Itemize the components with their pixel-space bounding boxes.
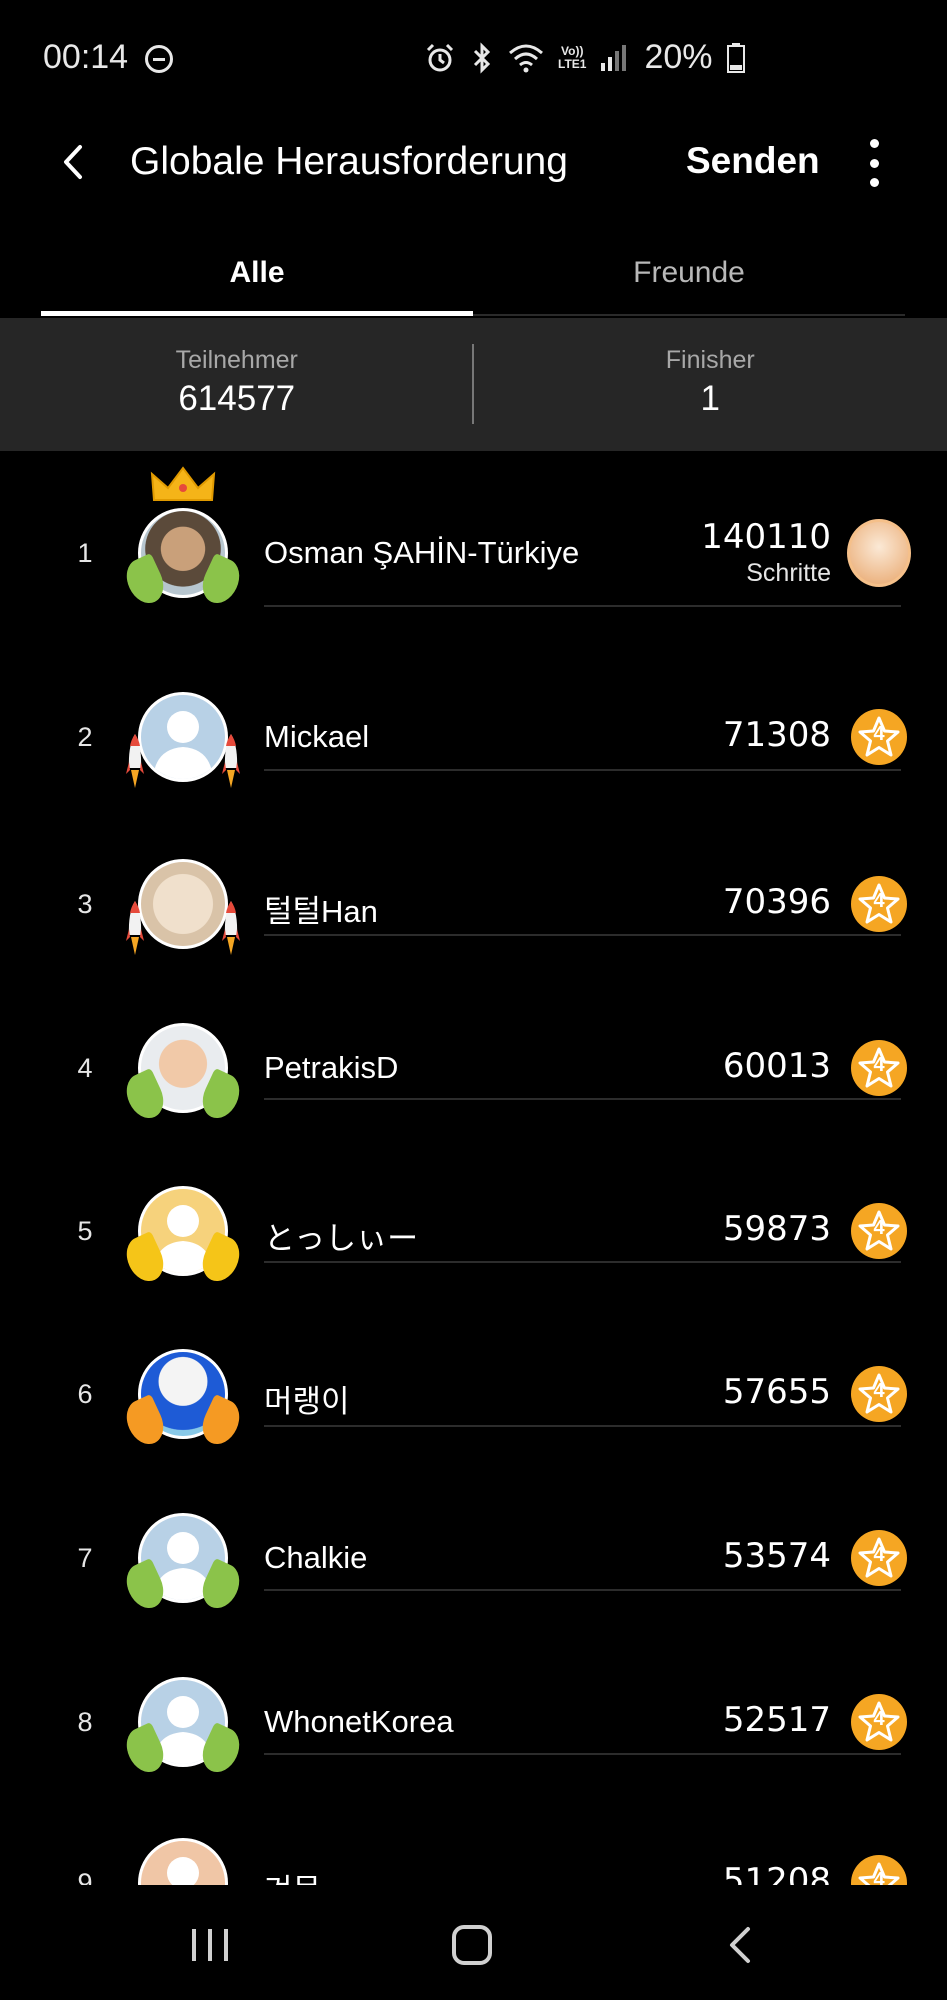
avatar[interactable] xyxy=(130,1830,236,1885)
status-bar: 00:14 Vo)) LTE1 20% xyxy=(0,0,947,115)
tab-friends[interactable]: Freunde xyxy=(473,240,905,314)
wifi-icon xyxy=(509,44,543,72)
participants-label: Teilnehmer xyxy=(175,346,298,374)
send-button[interactable]: Senden xyxy=(686,140,820,182)
stats-divider xyxy=(472,344,474,424)
network-type-label: Vo)) LTE1 xyxy=(558,43,587,71)
finishers-stat: Finisher 1 xyxy=(474,318,947,451)
tab-bar: Alle Freunde xyxy=(41,240,905,316)
do-not-disturb-icon xyxy=(145,45,173,73)
stats-panel: Teilnehmer 614577 Finisher 1 xyxy=(0,318,947,451)
person-silhouette-icon xyxy=(167,1857,199,1885)
finishers-label: Finisher xyxy=(665,346,755,374)
star-badge-icon[interactable]: 4 xyxy=(851,1855,907,1885)
more-options-button[interactable] xyxy=(860,135,888,191)
recents-icon[interactable] xyxy=(188,1925,232,1965)
participants-value: 614577 xyxy=(178,379,296,418)
leaderboard-row[interactable]: 9 겨몽 51208 4 xyxy=(0,451,947,1885)
bluetooth-icon xyxy=(473,41,491,74)
alarm-icon xyxy=(426,43,454,71)
back-arrow-icon xyxy=(64,145,82,179)
signal-icon xyxy=(601,44,627,71)
participant-name: 겨몽 xyxy=(264,1865,321,1885)
tab-all[interactable]: Alle xyxy=(41,240,473,316)
step-count: 51208 xyxy=(723,1861,831,1885)
status-time: 00:14 xyxy=(43,38,129,76)
leaderboard-list[interactable]: 1 Osman ŞAHİN-Türkiye 140110 Schritte 2 Micka… xyxy=(0,451,947,1885)
step-count-value: 51208 xyxy=(722,1861,831,1885)
app-bar: Globale Herausforderung Senden xyxy=(0,115,947,210)
system-nav-bar xyxy=(0,1885,947,2000)
more-vert-icon xyxy=(869,139,879,148)
finishers-value: 1 xyxy=(700,379,720,418)
status-icons: Vo)) LTE1 20% xyxy=(424,38,745,77)
default-avatar-icon xyxy=(138,1838,228,1885)
home-icon[interactable] xyxy=(452,1925,492,1965)
participants-stat: Teilnehmer 614577 xyxy=(0,318,474,451)
back-icon[interactable] xyxy=(720,1923,760,1967)
back-button[interactable] xyxy=(50,137,100,187)
rank-number: 9 xyxy=(77,1868,93,1885)
badge-level: 4 xyxy=(873,1869,885,1885)
battery-percentage: 20% xyxy=(644,38,713,76)
page-title: Globale Herausforderung xyxy=(130,140,568,183)
battery-icon xyxy=(726,42,745,73)
